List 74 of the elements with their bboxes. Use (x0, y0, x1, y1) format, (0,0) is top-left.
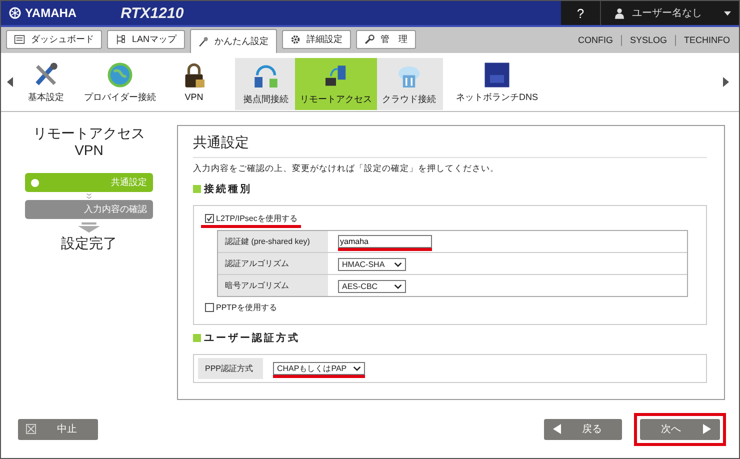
nav-tab[interactable]: LANマップ (107, 30, 185, 49)
category-item[interactable]: クラウド接続 (377, 58, 441, 110)
wizard-title: リモートアクセス VPN (33, 125, 145, 159)
section-marker-icon (193, 334, 201, 342)
arrow-right-icon (702, 424, 712, 434)
select-dropdown[interactable]: HMAC-SHA (338, 258, 406, 271)
select-dropdown[interactable]: AES-CBC (338, 280, 406, 293)
back-button[interactable]: 戻る (544, 418, 622, 440)
globe-icon (106, 60, 134, 88)
caret-icon (394, 284, 402, 289)
brand-logo-icon (9, 7, 21, 19)
sync-icon (252, 62, 280, 90)
model-name: RTX1210 (120, 4, 184, 22)
help-button[interactable]: ? (561, 1, 601, 25)
category-item[interactable]: リモートアクセス (295, 58, 377, 110)
section-heading: ユーザー認証方式 (204, 331, 300, 345)
brand-name: YAMAHA (25, 6, 77, 20)
wizard-final-step: 設定完了 (61, 235, 117, 253)
scroll-right-icon[interactable] (723, 77, 729, 87)
nav-tab[interactable]: 詳細設定 (282, 30, 351, 49)
category-item[interactable]: ネットボランチDNS (451, 53, 544, 111)
checkbox-box[interactable] (205, 303, 214, 312)
wizard-step: 入力内容の確認 (25, 200, 153, 219)
caret-icon (394, 262, 402, 267)
category-label: プロバイダー接続 (84, 90, 156, 104)
chevron-down-icon (86, 193, 92, 199)
category-item[interactable]: 拠点間接続 (237, 58, 295, 110)
category-label: VPN (184, 92, 204, 102)
wizard-step: 共通設定 (25, 173, 153, 192)
input-field[interactable]: yamaha (338, 234, 432, 248)
dns-service-icon (483, 60, 511, 88)
nav-tab[interactable]: ダッシュボード (6, 30, 102, 49)
field-label: PPP認証方式 (198, 358, 263, 379)
user-menu[interactable]: ユーザー名なし (601, 1, 739, 25)
checkbox-box[interactable] (205, 214, 214, 223)
wand-icon (198, 36, 209, 47)
tree-icon (115, 34, 126, 45)
dashboard-icon (14, 34, 25, 45)
checkmark-icon (206, 215, 213, 222)
user-icon (615, 8, 624, 18)
checkbox[interactable]: L2TP/IPsecを使用する (205, 213, 298, 224)
nav-tab[interactable]: かんたん設定 (190, 29, 277, 53)
arrow-down-icon (78, 222, 100, 233)
instruction-text: 入力内容をご確認の上、変更がなければ「設定の確定」を押してください。 (193, 163, 500, 175)
nav-tab[interactable]: 管 理 (356, 30, 416, 49)
scroll-left-icon[interactable] (7, 77, 13, 87)
category-item[interactable]: VPN (165, 53, 223, 111)
category-item[interactable]: プロバイダー接続 (79, 53, 161, 111)
header-link[interactable]: CONFIG (574, 35, 616, 45)
field-label: 認証アルゴリズム (218, 253, 328, 274)
field-label: 認証鍵 (pre-shared key) (218, 231, 328, 252)
caret-icon (724, 10, 731, 16)
next-button[interactable]: 次へ (640, 418, 720, 440)
category-label: クラウド接続 (382, 92, 436, 106)
close-icon (26, 424, 36, 434)
category-label: リモートアクセス (300, 92, 372, 106)
category-item[interactable]: 基本設定 (17, 53, 75, 111)
wrench-icon (364, 34, 375, 45)
current-step-dot (31, 178, 39, 186)
category-label: 拠点間接続 (244, 92, 288, 106)
settings-icon (290, 34, 301, 45)
section-heading: 接続種別 (204, 182, 252, 196)
category-label: 基本設定 (28, 90, 64, 104)
field-label: 暗号アルゴリズム (218, 275, 328, 296)
category-label: ネットボランチDNS (456, 90, 538, 104)
header-link[interactable]: TECHINFO (681, 35, 733, 45)
section-marker-icon (193, 185, 201, 193)
cancel-button[interactable]: 中止 (18, 418, 98, 440)
checkbox[interactable]: PPTPを使用する (205, 302, 277, 313)
select-dropdown[interactable]: CHAPもしくはPAP (273, 362, 365, 374)
header-link[interactable]: SYSLOG (626, 35, 670, 45)
panel-title: 共通設定 (193, 134, 707, 158)
caret-icon (352, 366, 361, 370)
arrow-left-icon (552, 424, 562, 434)
